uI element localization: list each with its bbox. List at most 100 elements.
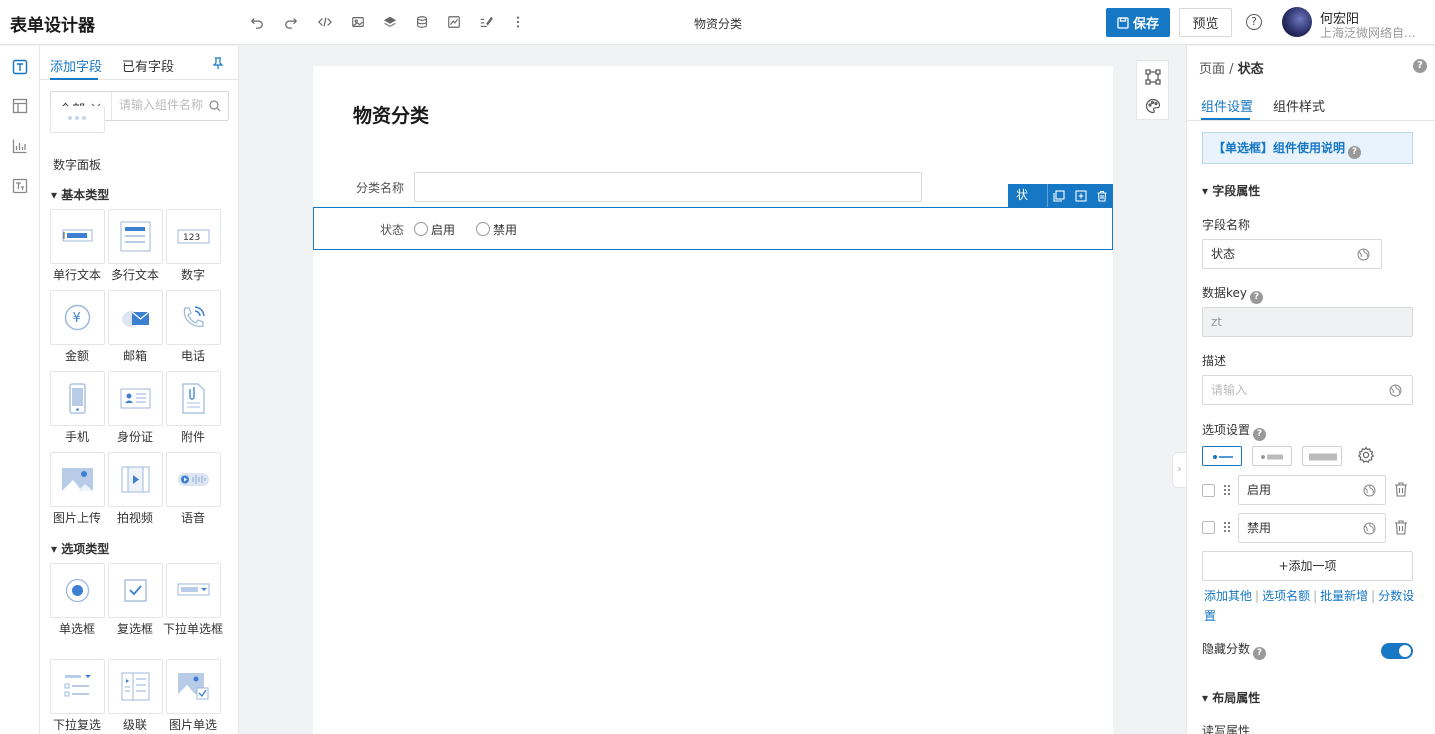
component-tile-voice[interactable] [166,452,221,507]
undo-icon[interactable] [247,12,267,32]
option-layout-block[interactable] [1302,446,1342,466]
currency-glyph: ¥ [73,311,81,326]
radio-enable[interactable] [414,222,428,236]
option-layout-horizontal[interactable] [1202,446,1242,466]
help-icon[interactable]: ? [1250,291,1264,304]
frame-select-icon[interactable] [1145,69,1161,85]
group-title: 选项类型 [61,542,110,556]
tab-existing-fields[interactable]: 已有字段 [122,56,174,75]
component-tile-number-panel[interactable] [50,106,105,133]
save-button[interactable]: 保存 [1106,8,1170,37]
layers-icon[interactable] [380,12,400,32]
trash-icon[interactable] [1394,482,1408,497]
option-checkbox[interactable] [1202,521,1215,534]
group-basic-types[interactable]: ▾ 基本类型 [51,186,109,203]
component-search-input[interactable] [119,98,205,112]
more-icon[interactable] [508,12,528,32]
redo-icon[interactable] [281,12,301,32]
search-icon[interactable] [209,100,221,112]
component-tile-dropdown-single[interactable] [166,563,221,618]
drag-handle-icon[interactable] [1223,484,1231,496]
component-tile-id-card[interactable] [108,371,163,426]
tile-label: 电话 [180,349,205,363]
component-tile-single-line-text[interactable] [50,209,105,264]
radio-icon [65,578,90,603]
component-tile-video[interactable] [108,452,163,507]
usage-guide-link[interactable]: 【单选框】组件使用说明? [1202,132,1413,164]
breadcrumb-parent[interactable]: 页面 [1199,62,1225,77]
link-batch-add[interactable]: 批量新增 [1320,589,1368,603]
help-icon[interactable]: ? [1413,59,1427,73]
component-tile-radio[interactable] [50,563,105,618]
globe-icon[interactable] [1389,384,1402,397]
properties-panel: 页面 / 状态 ? 组件设置 组件样式 【单选框】组件使用说明? ▾ 字段属性 … [1186,46,1435,734]
component-tile-image-upload[interactable] [50,452,105,507]
selected-field-toolbar: 状态 [1008,184,1113,225]
pin-icon[interactable] [212,57,224,70]
divider [1187,120,1435,121]
database-icon[interactable] [412,12,432,32]
link-add-other[interactable]: 添加其他 [1204,589,1252,603]
readwrite-label: 读写属性 [1202,724,1251,734]
save-icon [1117,16,1129,29]
group-choice-types[interactable]: ▾ 选项类型 [51,540,109,557]
component-tile-number[interactable]: 123 [166,209,221,264]
palette-icon[interactable] [1145,98,1161,114]
field-name-input[interactable]: 状态 [1202,239,1382,269]
radio-label-disable: 禁用 [493,223,518,237]
component-tile-dropdown-multi[interactable] [50,659,105,714]
component-tile-image-radio[interactable] [166,659,221,714]
globe-icon[interactable] [1357,248,1370,261]
trash-icon[interactable] [1394,520,1408,535]
options-settings-text: 选项设置 [1202,423,1251,437]
option-checkbox[interactable] [1202,484,1215,497]
help-icon[interactable]: ? [1253,647,1267,660]
hide-score-toggle[interactable] [1381,643,1413,659]
component-tile-checkbox[interactable] [108,563,163,618]
component-tile-email[interactable] [108,290,163,345]
dropdown-multi-icon [64,675,91,697]
component-tile-multi-line-text[interactable] [108,209,163,264]
collapse-panel-handle[interactable]: › [1172,452,1186,488]
link-option-quota[interactable]: 选项名额 [1262,589,1310,603]
active-tab-indicator [50,78,98,80]
description-input[interactable]: 请输入 [1202,375,1413,405]
radio-disable[interactable] [476,222,490,236]
tile-label: 邮箱 [122,349,147,363]
chart-icon[interactable] [444,12,464,32]
tab-add-field[interactable]: 添加字段 [50,56,102,75]
tab-component-style[interactable]: 组件样式 [1273,96,1325,115]
section-layout-properties[interactable]: ▾ 布局属性 [1202,689,1260,706]
option-layout-compact[interactable] [1252,446,1292,466]
component-tile-attachment[interactable] [166,371,221,426]
component-tile-cascade[interactable] [108,659,163,714]
component-tile-mobile[interactable] [50,371,105,426]
add-option-button[interactable]: +添加一项 [1202,551,1413,581]
preview-button[interactable]: 预览 [1179,8,1232,37]
globe-icon[interactable] [1363,522,1376,535]
component-tile-phone[interactable] [166,290,221,345]
edit-icon[interactable] [476,12,496,32]
data-key-label: 数据key? [1202,284,1264,304]
add-icon[interactable] [1070,184,1092,207]
category-name-input[interactable] [414,172,922,202]
help-icon[interactable]: ? [1253,428,1267,441]
code-icon[interactable] [315,12,335,32]
drag-handle-icon[interactable] [1223,521,1231,533]
component-tile-currency[interactable]: ¥ [50,290,105,345]
gear-icon[interactable] [1357,446,1375,464]
chart-icon[interactable] [12,138,28,154]
phone-icon [183,306,205,328]
text-style-icon[interactable] [12,178,28,194]
selected-field-status[interactable]: 状态 启用 禁用 [313,207,1113,250]
text-field-icon[interactable] [12,59,28,75]
avatar[interactable] [1282,7,1312,37]
globe-icon[interactable] [1363,484,1376,497]
delete-icon[interactable] [1091,184,1113,207]
section-field-properties[interactable]: ▾ 字段属性 [1202,182,1260,199]
copy-icon[interactable] [1048,184,1070,207]
help-icon[interactable]: ? [1246,14,1262,30]
tab-component-settings[interactable]: 组件设置 [1201,96,1253,115]
image-icon[interactable] [348,12,368,32]
layout-icon[interactable] [12,98,28,114]
